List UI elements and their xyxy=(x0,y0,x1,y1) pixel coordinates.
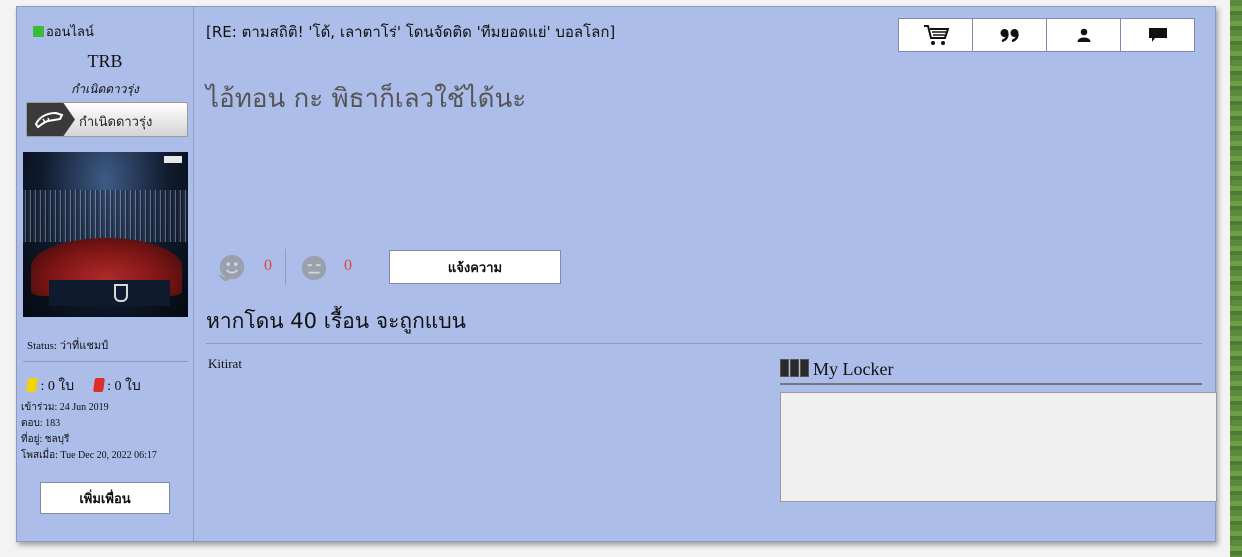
card-counts: : 0 ใบ : 0 ใบ xyxy=(26,375,141,397)
yellow-card-icon xyxy=(26,378,38,392)
profile-button[interactable] xyxy=(1046,18,1121,52)
boot-icon xyxy=(27,103,75,136)
post-toolbar xyxy=(898,18,1195,52)
quote-icon xyxy=(1000,29,1019,42)
cart-icon xyxy=(923,25,949,45)
online-indicator-icon xyxy=(33,26,44,37)
username[interactable]: TRB xyxy=(17,51,193,72)
red-card-icon xyxy=(92,378,105,392)
locker-icon xyxy=(780,359,809,377)
signature-name: Kitirat xyxy=(208,356,242,371)
rank-badge-label: กำเนิดดาวรุ่ง xyxy=(79,115,153,130)
like-icon xyxy=(217,254,245,282)
avatar-podium xyxy=(49,280,170,306)
post-body: ไอ้ทอน กะ พิธาก็เลวใช้ได้นะ xyxy=(206,84,527,114)
avatar-tv-logo xyxy=(164,156,182,163)
reaction-separator xyxy=(285,249,286,285)
message-button[interactable] xyxy=(1120,18,1195,52)
background-grass-edge xyxy=(1230,0,1242,557)
avatar-crowd xyxy=(23,190,188,242)
join-date: เข้าร่วม: 24 Jun 2019 xyxy=(21,402,109,413)
yellow-card-count: : 0 ใบ xyxy=(40,379,75,394)
locker-box xyxy=(780,392,1217,502)
online-status-label: ออนไลน์ xyxy=(46,25,94,40)
post-card: ออนไลน์ TRB กำเนิดดาวรุ่ง กำเนิดดาวรุ่ง … xyxy=(16,6,1217,542)
online-status: ออนไลน์ xyxy=(33,21,94,42)
like-count: 0 xyxy=(264,257,272,274)
locker-underline xyxy=(780,383,1202,385)
divider xyxy=(23,361,188,362)
user-sidebar: ออนไลน์ TRB กำเนิดดาวรุ่ง กำเนิดดาวรุ่ง … xyxy=(17,7,194,541)
locker-heading: My Locker xyxy=(780,359,893,380)
quote-button[interactable] xyxy=(972,18,1047,52)
dislike-count: 0 xyxy=(344,257,352,274)
location: ที่อยู่: ชลบุรี xyxy=(21,434,70,445)
post-title: [RE: ตามสถิติ! 'โด้, เลาตาโร่' โดนจัดติด… xyxy=(206,23,616,41)
report-button[interactable]: แจ้งความ xyxy=(389,250,561,284)
cart-button[interactable] xyxy=(898,18,973,52)
add-friend-button[interactable]: เพิ่มเพื่อน xyxy=(40,482,170,514)
reply-count: ตอบ: 183 xyxy=(21,418,61,429)
ban-warning: หากโดน 40 เรื้อน จะถูกแบน xyxy=(206,309,467,333)
avatar[interactable] xyxy=(23,152,188,317)
red-card-count: : 0 ใบ xyxy=(107,379,141,394)
message-icon xyxy=(1148,28,1167,42)
rank-title: กำเนิดดาวรุ่ง xyxy=(71,82,139,96)
post-time: โพสเมื่อ: Tue Dec 20, 2022 06:17 xyxy=(21,450,157,461)
user-icon xyxy=(1077,28,1090,42)
signature-divider xyxy=(206,343,1202,344)
dislike-icon xyxy=(301,255,327,281)
locker-title: My Locker xyxy=(813,359,894,379)
rank-badge: กำเนิดดาวรุ่ง xyxy=(26,102,188,137)
user-status: Status: ว่าที่แชมป์ xyxy=(27,340,109,352)
